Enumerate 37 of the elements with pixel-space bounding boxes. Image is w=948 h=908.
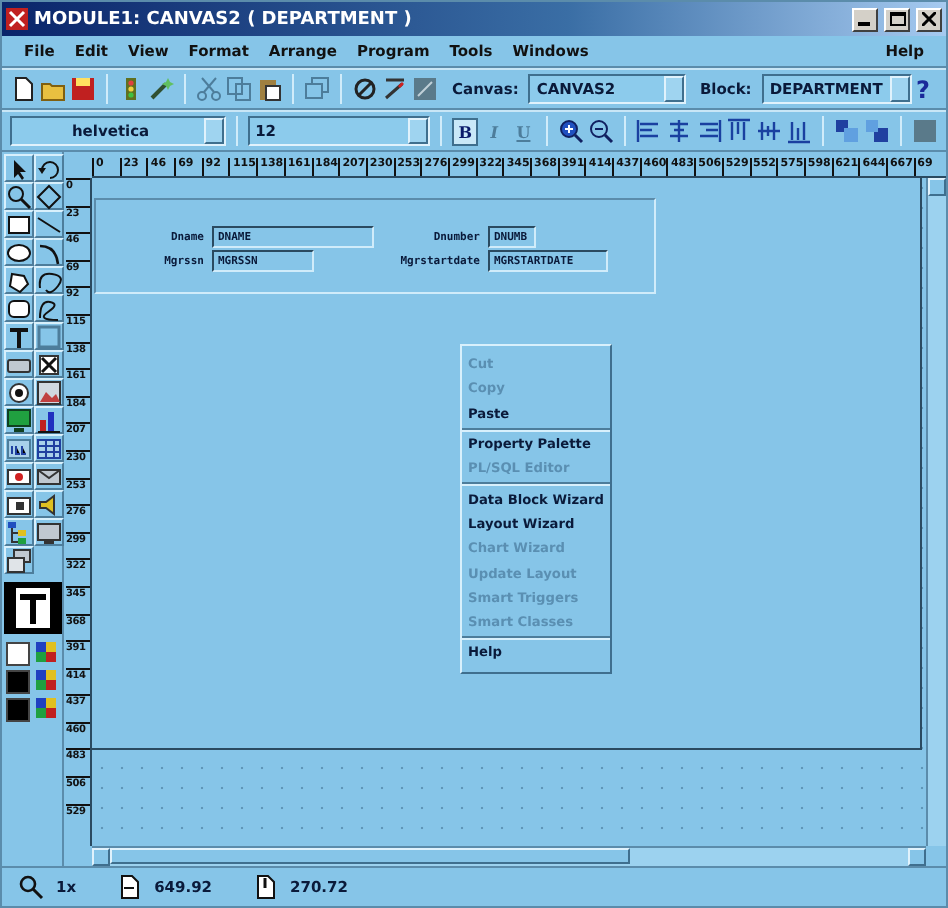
vertical-scrollbar[interactable] <box>926 178 946 846</box>
new-file-icon[interactable] <box>10 76 36 102</box>
help-button[interactable]: ? <box>916 75 930 103</box>
bring-forward-icon[interactable] <box>834 118 861 144</box>
page-width-icon[interactable] <box>116 874 143 900</box>
zoom-icon[interactable] <box>18 874 44 900</box>
zoom-in-icon[interactable] <box>558 118 585 144</box>
wand-icon[interactable] <box>148 76 174 102</box>
close-button[interactable] <box>916 7 942 31</box>
align-center-icon[interactable] <box>666 118 693 144</box>
paste-icon[interactable] <box>256 76 282 102</box>
save-icon[interactable] <box>70 76 96 102</box>
fill-color-swatch[interactable] <box>6 642 30 666</box>
text-style-button[interactable]: B <box>452 117 478 145</box>
horizontal-scrollbar[interactable] <box>92 846 926 866</box>
align-left-icon[interactable] <box>636 118 663 144</box>
align-top-icon[interactable] <box>726 118 753 144</box>
line-color-swatch[interactable] <box>6 670 30 694</box>
window-title: MODULE1: CANVAS2 ( DEPARTMENT ) <box>34 9 414 29</box>
line-color-icon[interactable] <box>34 668 60 694</box>
align-right-icon[interactable] <box>696 118 723 144</box>
app-icon <box>6 8 28 30</box>
fill-color-icon[interactable] <box>34 640 60 666</box>
maximize-button[interactable] <box>884 7 910 31</box>
text-color-palette-icon[interactable] <box>34 696 60 722</box>
slashed-circle-icon[interactable] <box>352 76 378 102</box>
pencil-icon[interactable] <box>382 76 408 102</box>
text-color-icon[interactable] <box>4 582 62 634</box>
align-middle-icon[interactable] <box>756 118 783 144</box>
text-color-swatch[interactable] <box>6 698 30 722</box>
maximize-icon <box>889 12 905 26</box>
zoom-out-icon[interactable] <box>588 118 615 144</box>
send-backward-icon[interactable] <box>864 118 891 144</box>
minimize-button[interactable] <box>852 7 878 31</box>
close-icon <box>922 12 936 26</box>
align-bottom-icon[interactable] <box>786 118 813 144</box>
page-height-icon[interactable] <box>252 874 279 900</box>
